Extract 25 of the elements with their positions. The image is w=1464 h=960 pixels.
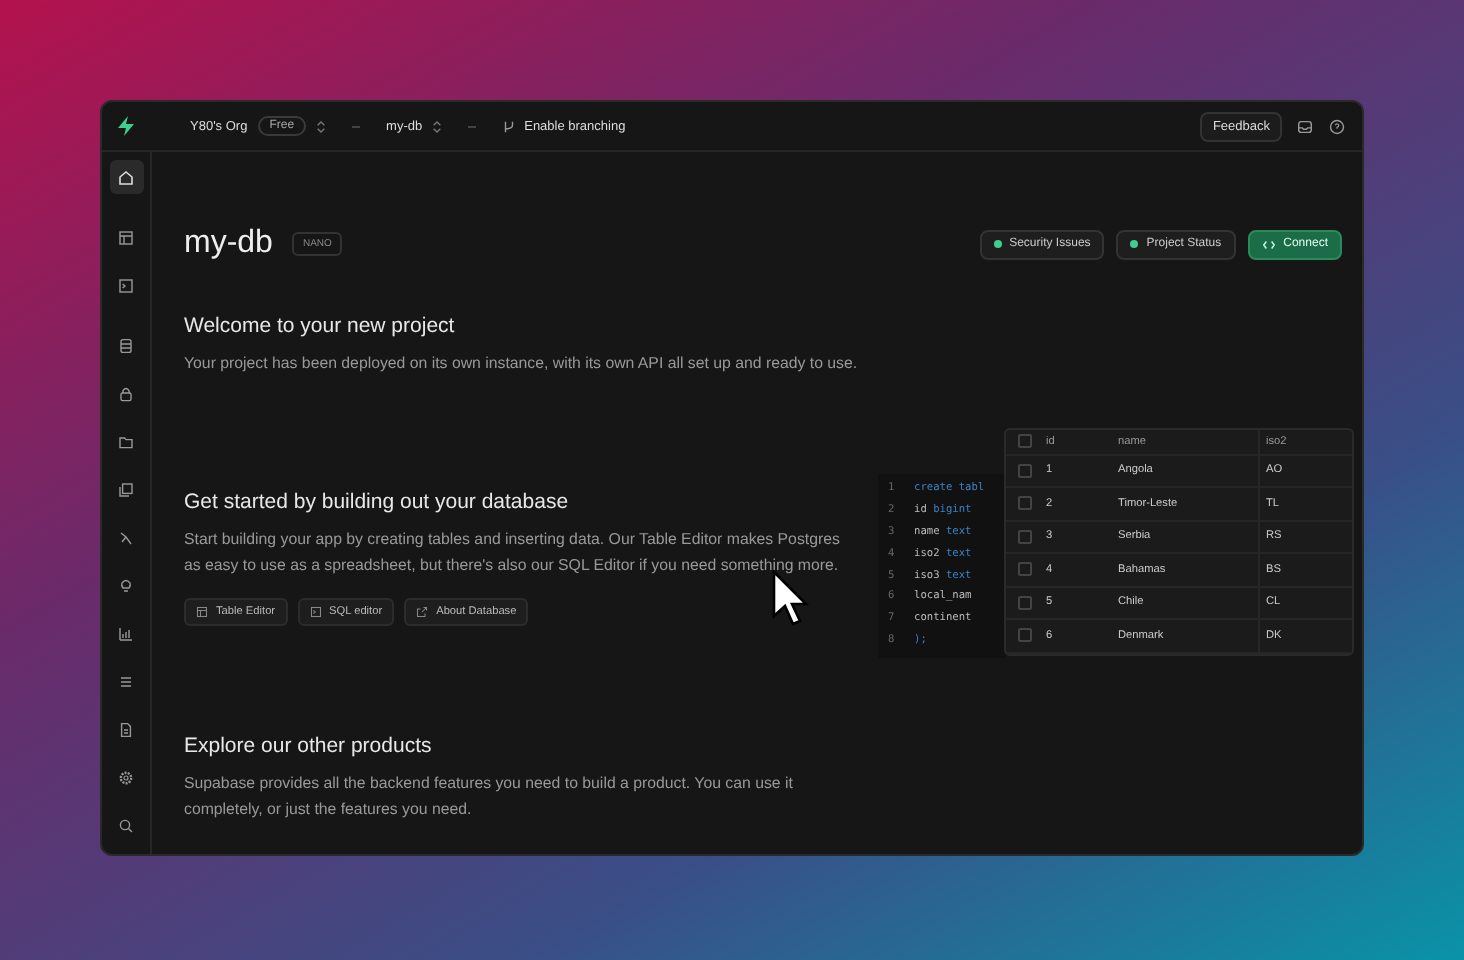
checkbox[interactable] <box>1018 434 1032 448</box>
section-heading: Explore our other products <box>184 733 434 757</box>
checkbox[interactable] <box>1018 562 1032 577</box>
chevron-icon[interactable] <box>432 119 443 133</box>
table-icon <box>196 605 208 617</box>
code-icon <box>1261 237 1276 251</box>
sidebar-home-icon[interactable] <box>109 160 143 194</box>
inbox-icon[interactable] <box>1296 117 1314 135</box>
checkbox[interactable] <box>1018 595 1032 610</box>
branch-icon <box>502 119 517 133</box>
external-link-icon <box>416 605 429 617</box>
checkbox[interactable] <box>1018 463 1032 478</box>
project-title: my-db <box>184 226 273 262</box>
chevron-icon[interactable] <box>316 119 327 133</box>
checkbox[interactable] <box>1018 628 1032 643</box>
logo-icon <box>114 114 138 138</box>
separator <box>468 125 477 127</box>
checkbox[interactable] <box>1018 529 1032 544</box>
help-icon[interactable] <box>1328 117 1346 135</box>
separator <box>352 125 361 127</box>
section-heading: Welcome to your new project <box>184 314 457 338</box>
section-heading: Get started by building out your database <box>184 489 571 513</box>
terminal-icon <box>309 605 322 617</box>
checkbox[interactable] <box>1018 496 1032 511</box>
mouse-pointer-icon <box>772 570 812 630</box>
